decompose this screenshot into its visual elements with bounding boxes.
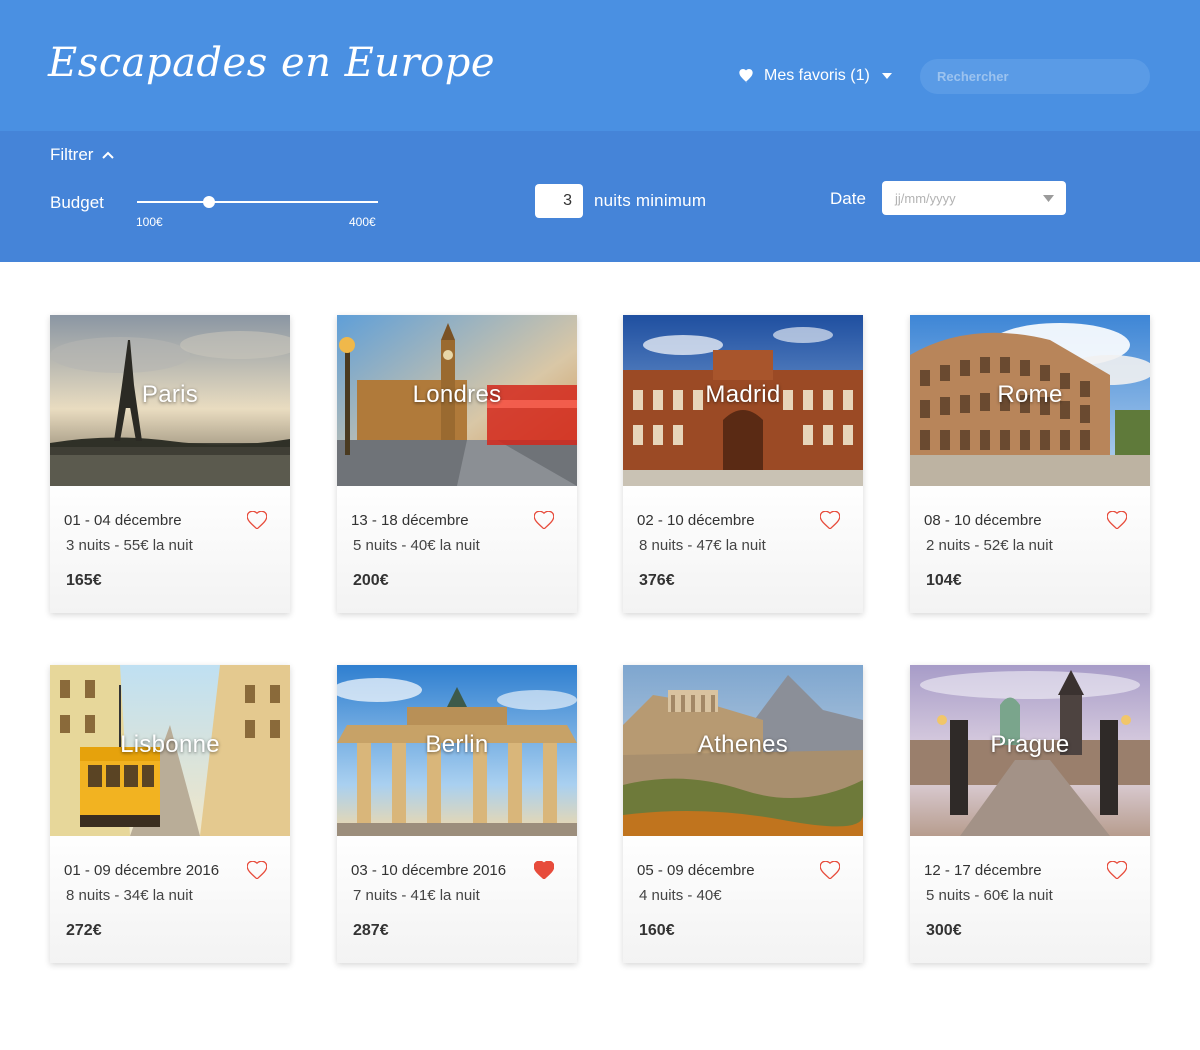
city-name: Rome <box>997 381 1063 408</box>
trip-price: 165€ <box>66 572 102 589</box>
city-name: Lisbonne <box>120 731 220 758</box>
filter-toggle[interactable]: Filtrer <box>50 145 115 165</box>
date-label: Date <box>830 189 866 208</box>
trip-nights: 5 nuits - 60€ la nuit <box>926 887 1053 904</box>
heart-outline-icon <box>247 861 267 879</box>
trip-price: 272€ <box>66 922 102 939</box>
filter-toggle-label: Filtrer <box>50 145 94 164</box>
trip-card-berlin[interactable]: Berlin 03 - 10 décembre 2016 7 nuits - 4… <box>337 665 577 963</box>
favorite-toggle[interactable] <box>1107 861 1127 879</box>
heart-filled-icon <box>534 861 554 879</box>
date-select[interactable]: jj/mm/yyyy <box>882 181 1066 215</box>
heart-outline-icon <box>820 511 840 529</box>
search-input[interactable] <box>920 59 1150 94</box>
favorites-label: Mes favoris (1) <box>764 67 870 84</box>
trip-dates: 13 - 18 décembre <box>351 512 469 529</box>
trip-card-prague[interactable]: Prague 12 - 17 décembre 5 nuits - 60€ la… <box>910 665 1150 963</box>
slider-track <box>137 201 378 203</box>
trip-price: 160€ <box>639 922 675 939</box>
trip-nights: 7 nuits - 41€ la nuit <box>353 887 480 904</box>
favorites-dropdown[interactable]: Mes favoris (1) <box>738 64 892 88</box>
city-name: Prague <box>990 731 1070 758</box>
app-header: Escapades en Europe Mes favoris (1) <box>0 0 1200 131</box>
nights-input[interactable] <box>535 184 583 218</box>
trip-dates: 05 - 09 décembre <box>637 862 755 879</box>
nights-label: nuits minimum <box>594 191 707 210</box>
heart-outline-icon <box>534 511 554 529</box>
filter-bar: Filtrer Budget 100€ 400€ nuits minimum D… <box>0 131 1200 262</box>
favorite-toggle[interactable] <box>820 861 840 879</box>
favorite-toggle[interactable] <box>534 861 554 879</box>
budget-min-label: 100€ <box>136 215 163 229</box>
city-name: Athenes <box>697 731 789 758</box>
trip-price: 104€ <box>926 572 962 589</box>
trip-price: 376€ <box>639 572 675 589</box>
trip-card-lisbonne[interactable]: Lisbonne 01 - 09 décembre 2016 8 nuits -… <box>50 665 290 963</box>
budget-label: Budget <box>50 193 104 212</box>
trip-card-rome[interactable]: Rome 08 - 10 décembre 2 nuits - 52€ la n… <box>910 315 1150 613</box>
trip-nights: 3 nuits - 55€ la nuit <box>66 537 193 554</box>
favorite-toggle[interactable] <box>534 511 554 529</box>
heart-outline-icon <box>247 511 267 529</box>
slider-handle[interactable] <box>203 196 215 208</box>
trip-nights: 4 nuits - 40€ <box>639 887 722 904</box>
trip-card-madrid[interactable]: Madrid 02 - 10 décembre 8 nuits - 47€ la… <box>623 315 863 613</box>
trip-card-paris[interactable]: Paris 01 - 04 décembre 3 nuits - 55€ la … <box>50 315 290 613</box>
trip-price: 300€ <box>926 922 962 939</box>
trip-card-londres[interactable]: Londres 13 - 18 décembre 5 nuits - 40€ l… <box>337 315 577 613</box>
caret-down-icon <box>1043 195 1054 202</box>
city-name: Londres <box>412 381 502 408</box>
caret-down-icon <box>881 73 892 79</box>
favorite-toggle[interactable] <box>820 511 840 529</box>
trip-dates: 08 - 10 décembre <box>924 512 1042 529</box>
trip-nights: 2 nuits - 52€ la nuit <box>926 537 1053 554</box>
trip-dates: 01 - 09 décembre 2016 <box>64 862 220 879</box>
trip-price: 200€ <box>353 572 389 589</box>
site-logo[interactable]: Escapades en Europe <box>48 40 495 86</box>
favorite-toggle[interactable] <box>1107 511 1127 529</box>
city-name: Paris <box>141 381 199 408</box>
heart-outline-icon <box>1107 861 1127 879</box>
trip-nights: 8 nuits - 47€ la nuit <box>639 537 766 554</box>
trip-card-athenes[interactable]: Athenes 05 - 09 décembre 4 nuits - 40€ 1… <box>623 665 863 963</box>
chevron-up-icon <box>102 151 115 159</box>
city-name: Berlin <box>425 731 489 758</box>
trip-nights: 5 nuits - 40€ la nuit <box>353 537 480 554</box>
trip-nights: 8 nuits - 34€ la nuit <box>66 887 193 904</box>
trip-price: 287€ <box>353 922 389 939</box>
heart-outline-icon <box>820 861 840 879</box>
trip-dates: 03 - 10 décembre 2016 <box>351 862 507 879</box>
favorite-toggle[interactable] <box>247 511 267 529</box>
date-placeholder: jj/mm/yyyy <box>895 191 956 206</box>
budget-max-label: 400€ <box>349 215 376 229</box>
heart-icon <box>738 69 754 83</box>
heart-outline-icon <box>1107 511 1127 529</box>
favorite-toggle[interactable] <box>247 861 267 879</box>
budget-slider[interactable] <box>137 195 378 209</box>
city-name: Madrid <box>705 381 781 408</box>
trip-dates: 02 - 10 décembre <box>637 512 755 529</box>
trip-dates: 12 - 17 décembre <box>924 862 1042 879</box>
trip-dates: 01 - 04 décembre <box>64 512 182 529</box>
